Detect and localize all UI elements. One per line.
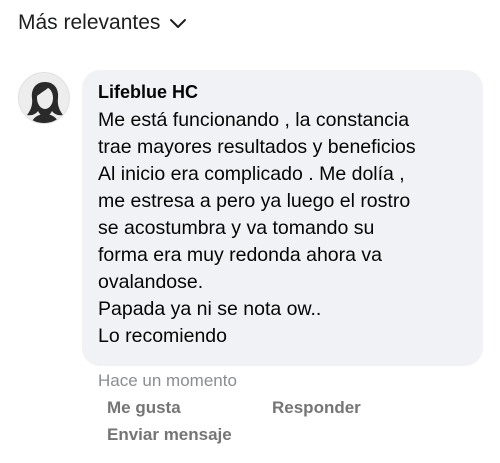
sort-label: Más relevantes (18, 11, 161, 34)
comment-text-line: Me está funcionando , la constancia (98, 109, 410, 131)
comment-text-line: Lo recomiendo (98, 325, 227, 347)
sort-dropdown[interactable]: Más relevantes (18, 8, 188, 38)
comment-text-line: forma era muy redonda ahora va (98, 244, 382, 266)
chevron-down-icon (168, 14, 188, 34)
comment-author[interactable]: Lifeblue HC (98, 80, 467, 104)
comment-bubble: Lifeblue HC Me está funcionando , la con… (82, 70, 483, 366)
comment-text-line: ovalandose. (98, 271, 204, 293)
send-message-button[interactable]: Enviar mensaje (107, 424, 232, 446)
like-button[interactable]: Me gusta (107, 397, 181, 419)
reply-button[interactable]: Responder (272, 397, 361, 419)
avatar[interactable] (18, 72, 70, 124)
comment-text-line: Papada ya ni se nota ow.. (98, 298, 322, 320)
comment-text-line: me estresa a pero ya luego el rostro (98, 190, 411, 212)
comment-text-line: se acostumbra y va tomando su (98, 217, 375, 239)
comment-text-line: Al inicio era complicado . Me dolía , (98, 163, 405, 185)
comment-text-line: trae mayores resultados y beneficios (98, 136, 416, 158)
comment-timestamp[interactable]: Hace un momento (98, 370, 237, 392)
woman-silhouette-avatar-icon (19, 73, 69, 123)
